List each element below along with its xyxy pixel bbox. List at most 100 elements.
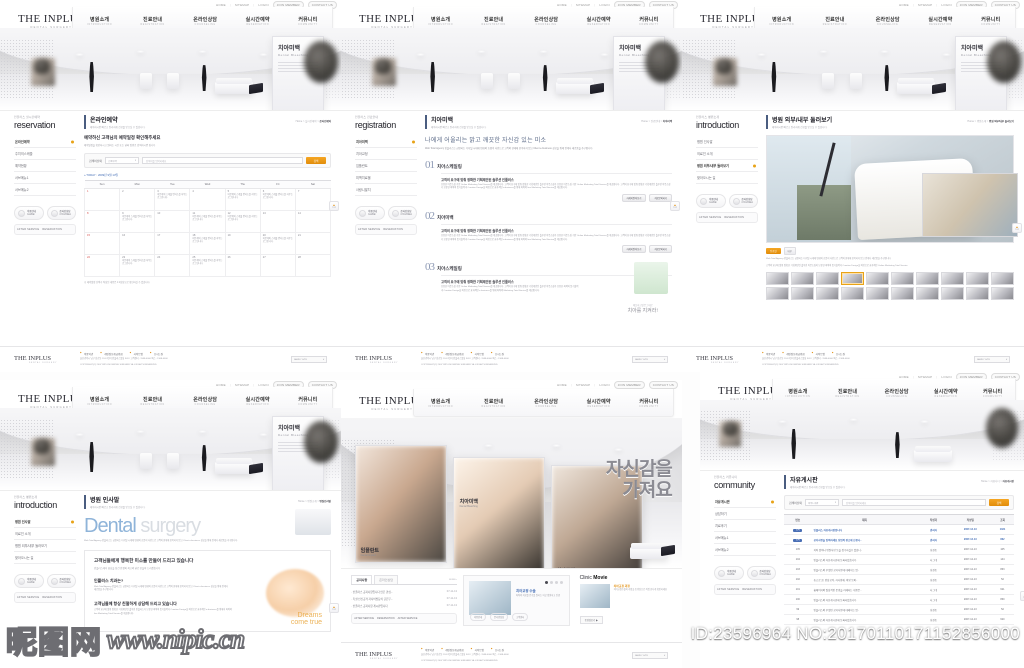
calendar-day-cell[interactable]: 14 <box>294 210 332 233</box>
nav-item-community[interactable]: 커뮤니티 COMMUNITY <box>298 396 318 406</box>
lnb-banner-guide[interactable]: 이용안내 GUIDE <box>14 574 44 588</box>
carousel-dots[interactable] <box>544 581 563 584</box>
calendar-body[interactable]: 1 2 3 이문제의 스케줄 면허소를 하우는 로그인니다. 4 5 이문제의 스케줄 면허… <box>83 188 332 277</box>
cell-subject[interactable]: 치아 맞아나 병원사랑 등을 접수하실수 있습니.. <box>811 544 918 555</box>
nav-item-community[interactable]: 커뮤니티 COMMUNITY <box>639 16 659 26</box>
footer-link-directions[interactable]: 오시는길 <box>832 352 845 356</box>
footer-logo[interactable]: THE INPLUS DENTAL SURGERY <box>696 355 754 364</box>
detail-button[interactable]: 자세히알아보기 <box>621 194 647 203</box>
side-quick-counsel[interactable]: 온라인상담 <box>490 613 509 621</box>
lnb-banners[interactable]: 이용안내 GUIDE 온라인상담 COUNSEL <box>14 206 76 220</box>
lnb-buttons[interactable]: AFTER SERVICE RESERVATION <box>14 592 76 603</box>
breadcrumb-home[interactable]: Home <box>641 120 648 123</box>
notice-item[interactable]: · 인플러스 공지사항 게시판입니다 07-11-13 <box>351 602 457 609</box>
nav-item-reservation[interactable]: 실시간예약 RESERVATION <box>246 396 270 406</box>
lnb-buttons[interactable]: AFTER SERVICE RESERVATION <box>696 212 758 223</box>
lnb-item-3[interactable]: 미백치료물 <box>355 172 417 184</box>
nav-item-introduction[interactable]: 병원소개 INTRODUCTION <box>428 16 453 26</box>
calendar-day-cell[interactable]: 6 이문제의 스케줄 면허소를 하우는 로그인니다. <box>259 188 296 211</box>
lnb-item-3[interactable]: 서브메뉴1 <box>14 172 76 184</box>
breadcrumb-home[interactable]: Home <box>967 120 974 123</box>
gallery-thumbnail[interactable] <box>916 272 939 286</box>
table-row[interactable]: 105 치아 맞아나 병원사랑 등을 접수하실수 있습니.. 홍길동 2007-12-… <box>784 544 1014 555</box>
table-row[interactable]: 103 인플러스의 무엇인 공지사항에 대해서는 않.. 홍길동 2007-12-13… <box>784 564 1014 575</box>
calendar-event[interactable]: 이문제의 스케줄 면허소를 하우는 로그인니다. <box>122 260 152 266</box>
family-site-select[interactable]: FAMILY SITE ▾ <box>632 356 668 363</box>
search-bar[interactable]: 검색어선택 제목+내용 ▾ 검색어를 입력하세요 검색 <box>784 495 1014 510</box>
nav-item-community[interactable]: 커뮤니티 COMMUNITY <box>983 388 1003 398</box>
inquiry-button[interactable]: 치료문의하기 <box>649 245 672 254</box>
left-nav[interactable]: 인플러스 진료안내 registration 치아미백 치아교정 임플란트 미백… <box>355 115 417 346</box>
lnb-item-0[interactable]: 치아미백 <box>355 136 417 148</box>
nav-item-counseling[interactable]: 온라인상담 COUNSELING <box>876 16 900 26</box>
reservation-calendar[interactable]: Sun Mon Tue Wed Thu Fri Sat 1 2 3 이문제의 스케줄 … <box>83 180 332 277</box>
calendar-day-cell[interactable]: 3 이문제의 스케줄 면허소를 하우는 로그인니다. <box>154 188 191 211</box>
notice-board[interactable]: 공지사항 온라인상담 MORE+ · 인플러스 공지사항입니다 많은 관심...… <box>351 575 457 626</box>
breadcrumb-home[interactable]: Home <box>296 120 303 123</box>
lnb-banner-guide[interactable]: 이용안내 GUIDE <box>714 566 744 580</box>
lnb-item-4[interactable]: 서브메뉴2 <box>14 184 76 196</box>
cell-subject[interactable]: 공지사항을 입력하세요 상업적 광고에 신청니.. <box>811 534 918 545</box>
main-nav[interactable]: 병원소개 INTRODUCTION 진료안내 REGISTRATION 온라인상담 C… <box>413 389 674 417</box>
footer-link-privacy[interactable]: 개인정보취급방침 <box>441 352 463 356</box>
gallery-thumbnail[interactable] <box>841 272 864 286</box>
gallery-thumbnail[interactable] <box>791 272 814 286</box>
cell-subject[interactable]: 인플러스의 무엇인 공지사항에 대해서는 않.. <box>811 564 918 575</box>
carousel-dot[interactable] <box>549 581 553 584</box>
table-row[interactable]: 98 인플러스의 자유게시판에 등록되었습니다 홍길동 2007-12-13 620 <box>784 614 1014 625</box>
lnb-list[interactable]: 병원 인사말 의료진 소개 병원 외부/내부 둘러보기 찾아오시는 길 <box>696 136 758 184</box>
footer-logo[interactable]: THE INPLUS DENTAL SURGERY <box>14 355 72 364</box>
notice-item[interactable]: · 특설 인신공격 자사비방등의 글은무... 07-11-13 <box>351 595 457 602</box>
nav-item-introduction[interactable]: 병원소개 INTRODUCTION <box>87 396 112 406</box>
calendar-day-cell[interactable]: 2 <box>119 188 156 211</box>
util-contact[interactable]: CONTACT US <box>648 381 678 389</box>
calendar-day-cell[interactable]: 13 <box>259 210 296 233</box>
breadcrumb-mid[interactable]: 진료안내 <box>651 120 660 123</box>
calendar-day-cell[interactable]: 9 이문제의 스케줄 면허소를 하우는 로그인니다. <box>119 210 156 233</box>
clinic-movie-thumb[interactable] <box>579 584 610 608</box>
footer-link-sitemap[interactable]: 사이트맵 <box>471 352 484 356</box>
nav-item-introduction[interactable]: 병원소개 INTRODUCTION <box>769 16 794 26</box>
nav-item-registration[interactable]: 진료안내 REGISTRATION <box>140 16 164 26</box>
notice-list[interactable]: · 인플러스 공지사항입니다 많은 관심... 07-11-13 · 특설 인신공격… <box>351 584 457 609</box>
gallery-thumbnail[interactable] <box>941 287 964 301</box>
calendar-day-cell[interactable]: 20 이문제의 스케줄 면허소를 하우는 로그인니다. <box>259 232 296 255</box>
footer-link-directions[interactable]: 오시는길 <box>150 352 163 356</box>
lnb-item-4[interactable]: 사랑니발치 <box>355 184 417 196</box>
lnb-banner-counsel[interactable]: 온라인상담 COUNSEL <box>387 206 417 220</box>
carousel-dot[interactable] <box>554 581 558 584</box>
after-service-button[interactable]: AFTER SERVICE <box>17 228 39 231</box>
footer-link-privacy[interactable]: 개인정보취급방침 <box>100 352 122 356</box>
breadcrumb-home[interactable]: Home <box>981 480 988 483</box>
cell-subject[interactable]: 인플러스의 무엇인 공지사항에 대해서는 않.. <box>811 604 918 615</box>
promo-card-bleaching[interactable]: 치아미백 Dental Bleaching <box>452 457 545 568</box>
notice-tabs[interactable]: 공지사항 온라인상담 MORE+ <box>351 575 457 584</box>
lnb-banner-guide[interactable]: 이용안내 GUIDE <box>355 206 385 220</box>
calendar-event[interactable]: 이문제의 스케줄 면허소를 하우는 로그인니다. <box>228 216 258 222</box>
template-panel-gallery[interactable]: HOME | SITEMAP | LOGIN JOIN MEMBER CONTA… <box>682 0 1024 372</box>
gallery-thumbnail[interactable] <box>816 272 839 286</box>
search-input[interactable]: 검색어를 입력하세요 <box>841 499 986 506</box>
footer-link-privacy[interactable]: 개인정보취급방침 <box>782 352 804 356</box>
lnb-banner-counsel[interactable]: 온라인상담 COUNSEL <box>746 566 776 580</box>
footer-link-sitemap[interactable]: 사이트맵 <box>471 648 484 652</box>
gallery-thumbnail-grid[interactable] <box>766 272 1014 301</box>
calendar-day-cell[interactable]: 12 이문제의 스케줄 면허소를 하우는 로그인니다. <box>224 210 261 233</box>
promo-movie-box[interactable]: 치아교정 수술 최적의 치료를 받기를 원하는 이곳 정밀하고 진행 이용안내 … <box>462 575 570 626</box>
reservation-button[interactable]: RESERVATION <box>42 596 62 599</box>
cell-subject[interactable]: 인플러스의 자유게시판에 등록되었습니다 <box>811 614 918 625</box>
scroll-top-button[interactable]: ▲ TOP <box>670 201 680 211</box>
lnb-item-0[interactable]: 병원 인사말 <box>696 136 758 148</box>
breadcrumb-home[interactable]: Home <box>298 500 305 503</box>
movie-preview-thumb[interactable] <box>468 581 511 615</box>
clinic-movie-box[interactable]: Clinic Movie 치아교정 과정 치아교정수술의 과정을 동영상으로 직… <box>576 575 672 626</box>
cell-subject[interactable]: 충고로 글, 인상공격, 자사방해, 비방 등의.. <box>811 574 918 585</box>
lnb-banner-counsel[interactable]: 온라인상담 COUNSEL <box>728 194 758 208</box>
nav-item-community[interactable]: 커뮤니티 COMMUNITY <box>298 16 318 26</box>
gallery-thumbnail[interactable] <box>941 272 964 286</box>
breadcrumb-mid[interactable]: 커뮤니티 <box>990 480 999 483</box>
search-bar[interactable]: 검색어선택 진료과목 ▾ 검색어를 입력하세요 검색 <box>84 153 331 168</box>
quick-buttons[interactable]: AFTER SERVICE RESERVATION AFTER SERVICE <box>351 613 457 624</box>
template-panel-reservation[interactable]: HOME | SITEMAP | LOGIN JOIN MEMBER CONTA… <box>0 0 341 372</box>
util-join[interactable]: JOIN MEMBER <box>613 381 645 389</box>
